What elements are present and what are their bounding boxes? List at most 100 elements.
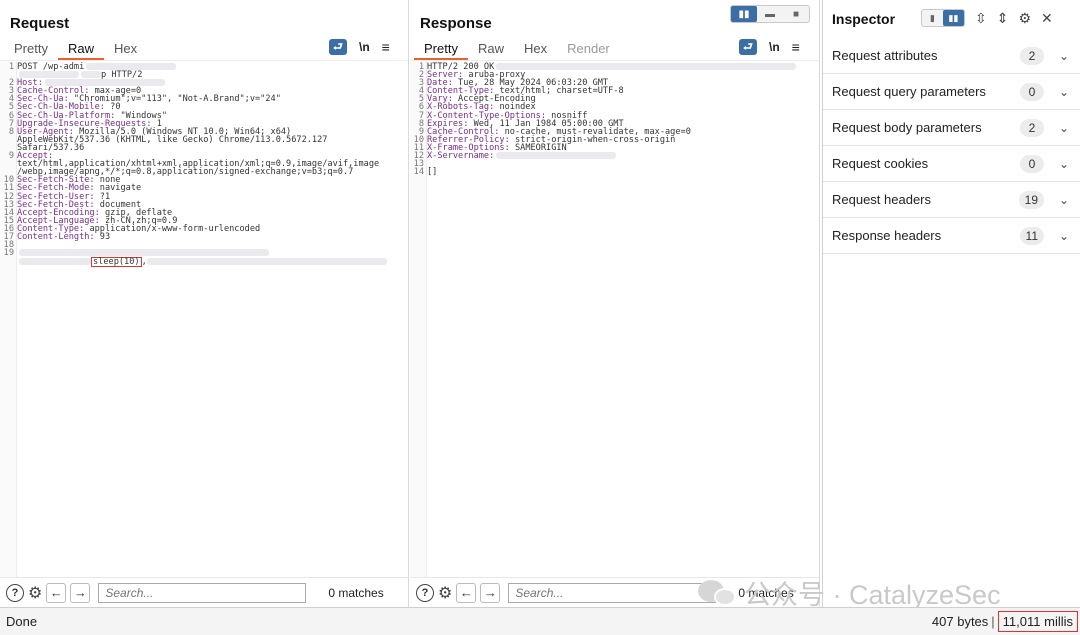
inspector-section-label: Request query parameters	[832, 84, 986, 99]
next-match-button[interactable]: →	[70, 582, 91, 603]
response-matches-count: 0 matches	[738, 585, 794, 600]
code-line: p HTTP/2	[0, 71, 408, 79]
inspector-section-request-headers[interactable]: Request headers 19 ⌄	[823, 182, 1080, 218]
inspector-list-icon[interactable]: ▮	[922, 10, 943, 26]
inspector-sections: Request attributes 2 ⌄ Request query parame…	[823, 38, 1080, 254]
tab-request-raw[interactable]: Raw	[57, 40, 104, 60]
code-line: 14[]	[410, 167, 819, 178]
inspector-tools: ▮ ▮▮ ⇳ ⇕ ⚙ ✕	[921, 9, 1053, 27]
burp-repeater-window: Request Pretty Raw Hex ⮐ \n ≡ 1 POST /wp-…	[0, 0, 1080, 635]
request-tools: ⮐ \n ≡	[329, 39, 390, 55]
show-newlines-button[interactable]: \n	[359, 40, 370, 54]
inspector-section-request-cookies[interactable]: Request cookies 0 ⌄	[823, 146, 1080, 182]
show-newlines-button[interactable]: \n	[769, 40, 780, 54]
word-wrap-icon[interactable]: ⮐	[329, 39, 347, 55]
line-text: POST /wp-admi	[17, 63, 177, 71]
response-editor[interactable]: 1 HTTP/2 200 OK 2 Server: aruba-proxy 3 Date:…	[410, 60, 819, 577]
line-text: Content-Length: 93	[17, 233, 110, 242]
line-text: X-Servername:	[427, 152, 617, 160]
inspector-section-response-headers[interactable]: Response headers 11 ⌄	[823, 218, 1080, 254]
code-line: 13	[410, 160, 819, 169]
line-number	[0, 136, 17, 144]
chevron-down-icon[interactable]: ⌄	[1058, 85, 1070, 99]
inspector-side-icon[interactable]: ▮▮	[943, 10, 964, 26]
chevron-down-icon[interactable]: ⌄	[1058, 121, 1070, 135]
split-horizontal-icon[interactable]: ▮▮	[731, 6, 757, 22]
request-search-input[interactable]	[98, 582, 307, 603]
status-bar: Done 407 bytes | 11,011 millis	[0, 607, 1080, 635]
tab-request-hex[interactable]: Hex	[104, 40, 147, 60]
previous-match-button[interactable]: ←	[456, 582, 477, 603]
request-lines: 1 POST /wp-admi p HTTP/2 2 Host: 3 Cache-Contr…	[0, 62, 408, 268]
inspector-section-label: Response headers	[832, 228, 942, 243]
code-line: sleep(10),	[0, 257, 408, 268]
chevron-down-icon[interactable]: ⌄	[1058, 157, 1070, 171]
split-vertical-icon[interactable]: ▬	[757, 6, 783, 22]
help-icon[interactable]: ?	[6, 583, 24, 602]
request-editor[interactable]: 1 POST /wp-admi p HTTP/2 2 Host: 3 Cache-Contr…	[0, 60, 408, 577]
inspector-settings-icon[interactable]: ⚙	[1018, 10, 1031, 27]
inspector-panel: Inspector ▮ ▮▮ ⇳ ⇕ ⚙ ✕ Request attribute…	[822, 0, 1080, 607]
line-number: 14	[413, 167, 424, 178]
redacted-text	[19, 249, 269, 257]
status-text: Done	[6, 614, 38, 629]
inspector-section-request-query-parameters[interactable]: Request query parameters 0 ⌄	[823, 74, 1080, 110]
code-line: Safari/537.36	[0, 144, 408, 153]
request-pane: Request Pretty Raw Hex ⮐ \n ≡ 1 POST /wp-…	[0, 0, 409, 607]
next-match-button[interactable]: →	[480, 582, 501, 603]
inspector-section-label: Request body parameters	[832, 120, 982, 135]
previous-match-button[interactable]: ←	[46, 582, 67, 603]
request-footer: ? ⚙ ← → 0 matches	[0, 577, 408, 607]
code-line: 18	[0, 241, 408, 250]
help-icon[interactable]: ?	[416, 583, 434, 602]
request-matches-count: 0 matches	[328, 585, 384, 600]
tab-response-raw[interactable]: Raw	[468, 40, 514, 60]
request-menu-icon[interactable]: ≡	[382, 39, 390, 55]
collapse-all-icon[interactable]: ⇕	[997, 10, 1009, 27]
tab-response-pretty[interactable]: Pretty	[414, 40, 468, 60]
inspector-layout-toggle: ▮ ▮▮	[921, 9, 965, 27]
line-text: []	[427, 167, 438, 178]
status-metrics: 407 bytes | 11,011 millis	[932, 611, 1080, 632]
header-value: application/x-www-form-urlencoded	[84, 223, 261, 234]
chevron-down-icon[interactable]: ⌄	[1058, 229, 1070, 243]
response-footer: ? ⚙ ← → 0 matches	[410, 577, 819, 607]
chevron-down-icon[interactable]: ⌄	[1058, 49, 1070, 63]
inspector-section-request-body-parameters[interactable]: Request body parameters 2 ⌄	[823, 110, 1080, 146]
inspector-section-request-attributes[interactable]: Request attributes 2 ⌄	[823, 38, 1080, 74]
count-badge: 11	[1019, 226, 1044, 245]
inspector-title: Inspector	[832, 11, 896, 27]
response-pane: Response Pretty Raw Hex Render ⮐ \n ≡ 1H…	[410, 0, 820, 607]
line-number: 1	[8, 62, 14, 72]
single-pane-icon[interactable]: ■	[783, 6, 809, 22]
status-separator: |	[991, 614, 995, 629]
code-line: 17 Content-Length: 93	[0, 233, 408, 242]
line-number: 19	[3, 248, 14, 259]
line-number	[0, 257, 17, 265]
redacted-text	[146, 258, 387, 266]
expand-all-icon[interactable]: ⇳	[975, 10, 987, 27]
redacted-text	[86, 63, 177, 70]
chevron-down-icon[interactable]: ⌄	[1058, 193, 1070, 207]
header-value: []	[427, 167, 438, 178]
redacted-text	[496, 63, 797, 70]
word-wrap-icon[interactable]: ⮐	[739, 39, 757, 55]
response-lines: 1 HTTP/2 200 OK 2 Server: aruba-proxy 3 Date:…	[410, 63, 819, 178]
redacted-text	[81, 71, 101, 79]
request-tabs: Pretty Raw Hex	[4, 40, 147, 60]
line-number: 9	[8, 151, 14, 162]
response-menu-icon[interactable]: ≡	[792, 39, 800, 55]
count-badge: 19	[1018, 190, 1044, 209]
line-number: 8	[8, 126, 14, 137]
close-icon[interactable]: ✕	[1041, 10, 1053, 27]
count-badge: 2	[1020, 46, 1044, 65]
line-text: sleep(10),	[17, 257, 387, 268]
redacted-text	[19, 71, 79, 79]
settings-gear-icon[interactable]: ⚙	[438, 583, 452, 603]
tab-request-pretty[interactable]: Pretty	[4, 40, 58, 60]
tab-response-render[interactable]: Render	[557, 40, 620, 60]
redacted-text	[19, 258, 91, 266]
settings-gear-icon[interactable]: ⚙	[28, 583, 42, 603]
response-search-input[interactable]	[508, 582, 717, 603]
tab-response-hex[interactable]: Hex	[514, 40, 557, 60]
